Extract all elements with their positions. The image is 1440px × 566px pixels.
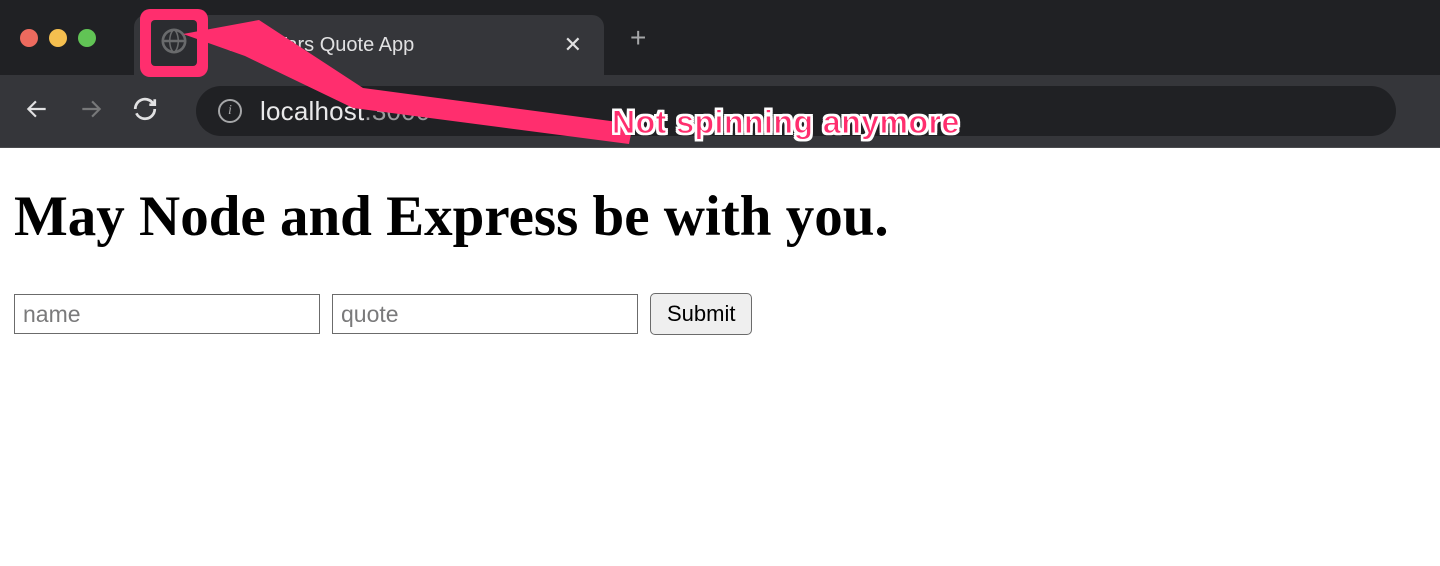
url-port: :3000 [364,96,430,126]
new-tab-button[interactable]: + [630,22,646,54]
quote-form: Submit [14,293,1426,335]
arrow-right-icon [78,96,104,127]
window-close-button[interactable] [20,29,38,47]
reload-button[interactable] [128,94,162,128]
browser-titlebar: Star Wars Quote App ✕ + [0,0,1440,75]
browser-tab[interactable]: Star Wars Quote App ✕ [134,15,604,75]
url-host: localhost [260,96,364,126]
reload-icon [132,96,158,127]
window-controls [20,29,96,47]
globe-icon [159,26,189,61]
close-icon: ✕ [564,32,582,57]
close-tab-button[interactable]: ✕ [560,28,586,62]
url-text: localhost:3000 [260,96,431,127]
submit-button[interactable]: Submit [650,293,752,335]
page-heading: May Node and Express be with you. [14,184,1426,249]
tab-favicon [151,20,197,66]
address-bar[interactable]: i localhost:3000 [196,86,1396,136]
arrow-left-icon [24,96,50,127]
annotation-favicon-highlight [140,9,208,77]
window-maximize-button[interactable] [78,29,96,47]
page-content: May Node and Express be with you. Submit [0,148,1440,371]
name-input[interactable] [14,294,320,334]
back-button[interactable] [20,94,54,128]
plus-icon: + [630,22,646,53]
tab-title: Star Wars Quote App [226,34,546,57]
window-minimize-button[interactable] [49,29,67,47]
forward-button[interactable] [74,94,108,128]
site-info-icon[interactable]: i [218,99,242,123]
browser-toolbar: i localhost:3000 [0,75,1440,148]
quote-input[interactable] [332,294,638,334]
